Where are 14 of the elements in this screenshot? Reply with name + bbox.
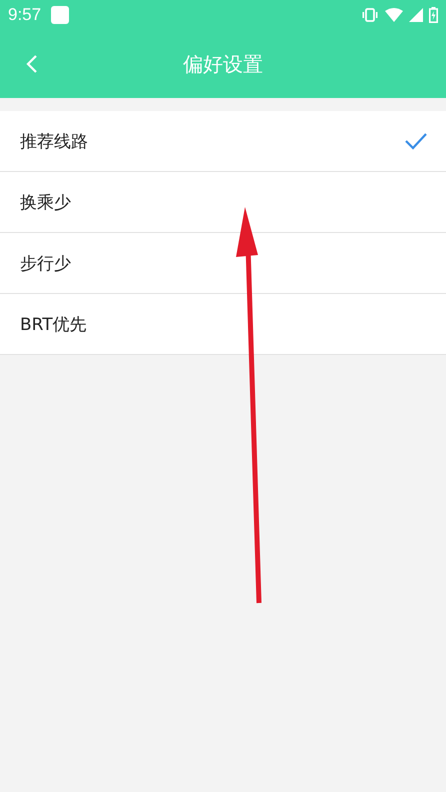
- notification-icon: [51, 6, 70, 24]
- option-label: 推荐线路: [20, 130, 88, 152]
- signal-icon: [409, 8, 423, 22]
- battery-icon: [429, 7, 438, 23]
- option-row[interactable]: BRT优先: [0, 294, 446, 355]
- status-time: 9:57: [8, 5, 42, 25]
- option-label: 步行少: [20, 252, 71, 274]
- vibrate-icon: [361, 8, 379, 22]
- option-row[interactable]: 推荐线路: [0, 111, 446, 172]
- page-title: 偏好设置: [183, 50, 263, 78]
- option-label: 换乘少: [20, 192, 71, 214]
- back-icon: [26, 54, 38, 74]
- wifi-icon: [385, 8, 403, 22]
- option-label: BRT优先: [20, 314, 87, 336]
